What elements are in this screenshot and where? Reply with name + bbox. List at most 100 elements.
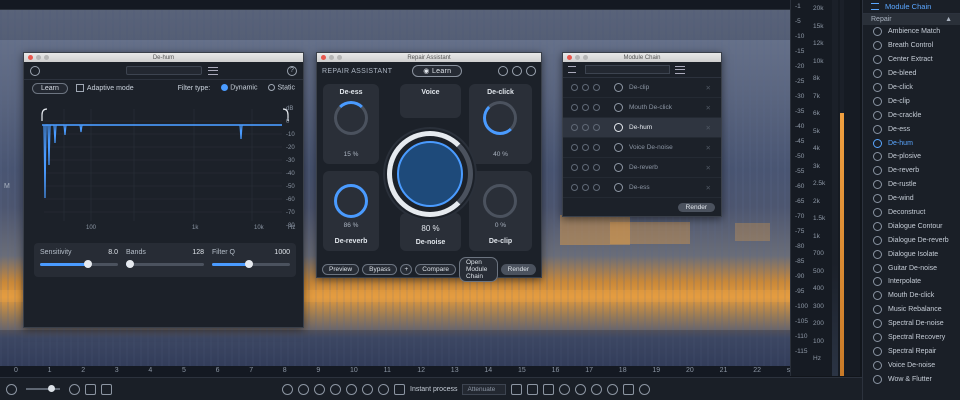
- zoom-button[interactable]: [44, 55, 49, 60]
- solo-icon[interactable]: [582, 184, 589, 191]
- module-item[interactable]: Spectral De-noise: [863, 317, 960, 331]
- power-icon[interactable]: [30, 65, 40, 76]
- settings-icon[interactable]: [512, 66, 522, 76]
- module-item[interactable]: Spectral Repair: [863, 344, 960, 358]
- brush-icon[interactable]: [575, 383, 587, 395]
- minimize-button[interactable]: [329, 55, 334, 60]
- list-icon[interactable]: [568, 66, 576, 73]
- module-item[interactable]: De-rustle: [863, 178, 960, 192]
- solo-icon[interactable]: [582, 104, 589, 111]
- mix-icon[interactable]: [593, 184, 600, 191]
- module-item[interactable]: De-plosive: [863, 150, 960, 164]
- zoom-fit-icon[interactable]: [330, 383, 341, 395]
- module-item[interactable]: Ambience Match: [863, 25, 960, 39]
- chain-module-row[interactable]: De-reverb ✕: [563, 158, 721, 178]
- zoom-button[interactable]: [337, 55, 342, 60]
- waveform-icon[interactable]: [6, 383, 17, 395]
- module-item[interactable]: De-clip: [863, 94, 960, 108]
- timeline-ruler-bottom[interactable]: 012345678910111213141516171819202122sec: [0, 366, 798, 377]
- module-item[interactable]: De-wind: [863, 192, 960, 206]
- zoom-freq-icon[interactable]: [362, 383, 373, 395]
- module-item[interactable]: Wow & Flutter: [863, 372, 960, 386]
- page-icon[interactable]: [85, 383, 96, 395]
- module-item[interactable]: De-hum: [863, 136, 960, 150]
- voice-tile[interactable]: Voice: [400, 84, 461, 118]
- help-icon[interactable]: ?: [287, 65, 297, 76]
- module-item[interactable]: Mouth De-click: [863, 289, 960, 303]
- solo-icon[interactable]: [582, 84, 589, 91]
- power-icon[interactable]: [571, 104, 578, 111]
- ra-titlebar[interactable]: Repair Assistant: [317, 53, 541, 62]
- ra-learn-button[interactable]: ◉ Learn: [412, 65, 463, 77]
- close-button[interactable]: [567, 55, 572, 60]
- chain-module-row[interactable]: De-ess ✕: [563, 178, 721, 198]
- hand-icon[interactable]: [378, 383, 389, 395]
- harmonic-select-icon[interactable]: [591, 383, 603, 395]
- zoom-time-icon[interactable]: [346, 383, 357, 395]
- module-item[interactable]: Spectral Recovery: [863, 331, 960, 345]
- module-item[interactable]: Guitar De-noise: [863, 261, 960, 275]
- module-item[interactable]: Music Rebalance: [863, 303, 960, 317]
- close-button[interactable]: [321, 55, 326, 60]
- preset-field[interactable]: [585, 65, 670, 74]
- power-icon[interactable]: [571, 144, 578, 151]
- remove-icon[interactable]: ✕: [706, 104, 711, 112]
- mix-icon[interactable]: [593, 84, 600, 91]
- collapse-icon[interactable]: ▲: [945, 16, 952, 23]
- zoom-selection-icon[interactable]: [314, 383, 325, 395]
- module-item[interactable]: De-reverb: [863, 164, 960, 178]
- chain-module-row[interactable]: De-hum ✕: [563, 118, 721, 138]
- solo-icon[interactable]: [582, 144, 589, 151]
- module-item[interactable]: Voice De-noise: [863, 358, 960, 372]
- remove-icon[interactable]: ✕: [706, 144, 711, 152]
- add-button[interactable]: +: [400, 263, 413, 275]
- module-item[interactable]: Interpolate: [863, 275, 960, 289]
- instant-process-checkbox[interactable]: [394, 383, 405, 395]
- mix-icon[interactable]: [593, 144, 600, 151]
- magic-wand-icon[interactable]: [607, 383, 619, 395]
- deess-tile[interactable]: De-ess 15 %: [323, 84, 379, 164]
- module-item[interactable]: De-crackle: [863, 108, 960, 122]
- module-item[interactable]: Dialogue Isolate: [863, 247, 960, 261]
- chain-render-button[interactable]: Render: [677, 203, 715, 212]
- adaptive-mode-checkbox[interactable]: Adaptive mode: [75, 84, 134, 92]
- remove-icon[interactable]: ✕: [706, 84, 711, 92]
- dereverb-tile[interactable]: 86 % De-reverb: [323, 171, 379, 251]
- module-item[interactable]: Center Extract: [863, 53, 960, 67]
- freq-select-icon[interactable]: [527, 383, 539, 395]
- mix-icon[interactable]: [593, 164, 600, 171]
- module-chain-header[interactable]: Module Chain: [863, 0, 960, 14]
- chain-module-row[interactable]: De-clip ✕: [563, 78, 721, 98]
- filter-dynamic-radio[interactable]: Dynamic: [218, 84, 257, 92]
- module-item[interactable]: Deconstruct: [863, 206, 960, 220]
- help-icon[interactable]: [526, 66, 536, 76]
- mc-titlebar[interactable]: Module Chain: [563, 53, 721, 62]
- module-item[interactable]: De-click: [863, 81, 960, 95]
- bands-slider[interactable]: Bands 128: [125, 249, 204, 271]
- close-button[interactable]: [28, 55, 33, 60]
- dehum-titlebar[interactable]: De-hum: [24, 53, 303, 62]
- preview-button[interactable]: Preview: [322, 263, 360, 275]
- minimize-button[interactable]: [575, 55, 580, 60]
- dehum-graph[interactable]: [34, 103, 296, 235]
- learn-button[interactable]: Learn: [32, 82, 68, 94]
- open-module-chain-button[interactable]: Open Module Chain: [458, 256, 498, 282]
- minimize-button[interactable]: [36, 55, 41, 60]
- power-icon[interactable]: [571, 124, 578, 131]
- power-icon[interactable]: [571, 184, 578, 191]
- mix-icon[interactable]: [593, 124, 600, 131]
- remove-icon[interactable]: ✕: [706, 164, 711, 172]
- module-item[interactable]: Dialogue De-reverb: [863, 233, 960, 247]
- find-similar-icon[interactable]: [623, 383, 635, 395]
- zoom-slider[interactable]: [26, 385, 60, 392]
- undo-icon[interactable]: [498, 66, 508, 76]
- zoom-out-icon[interactable]: [298, 383, 309, 395]
- zoom-in-icon[interactable]: [282, 383, 293, 395]
- declip-tile[interactable]: 0 % De-clip: [469, 171, 532, 251]
- compare-button[interactable]: Compare: [415, 263, 456, 275]
- bypass-button[interactable]: Bypass: [362, 263, 398, 275]
- filter-q-slider[interactable]: Filter Q 1000: [212, 249, 290, 271]
- spectrogram-icon[interactable]: [69, 383, 80, 395]
- menu-icon[interactable]: [675, 65, 685, 74]
- module-item[interactable]: Dialogue Contour: [863, 219, 960, 233]
